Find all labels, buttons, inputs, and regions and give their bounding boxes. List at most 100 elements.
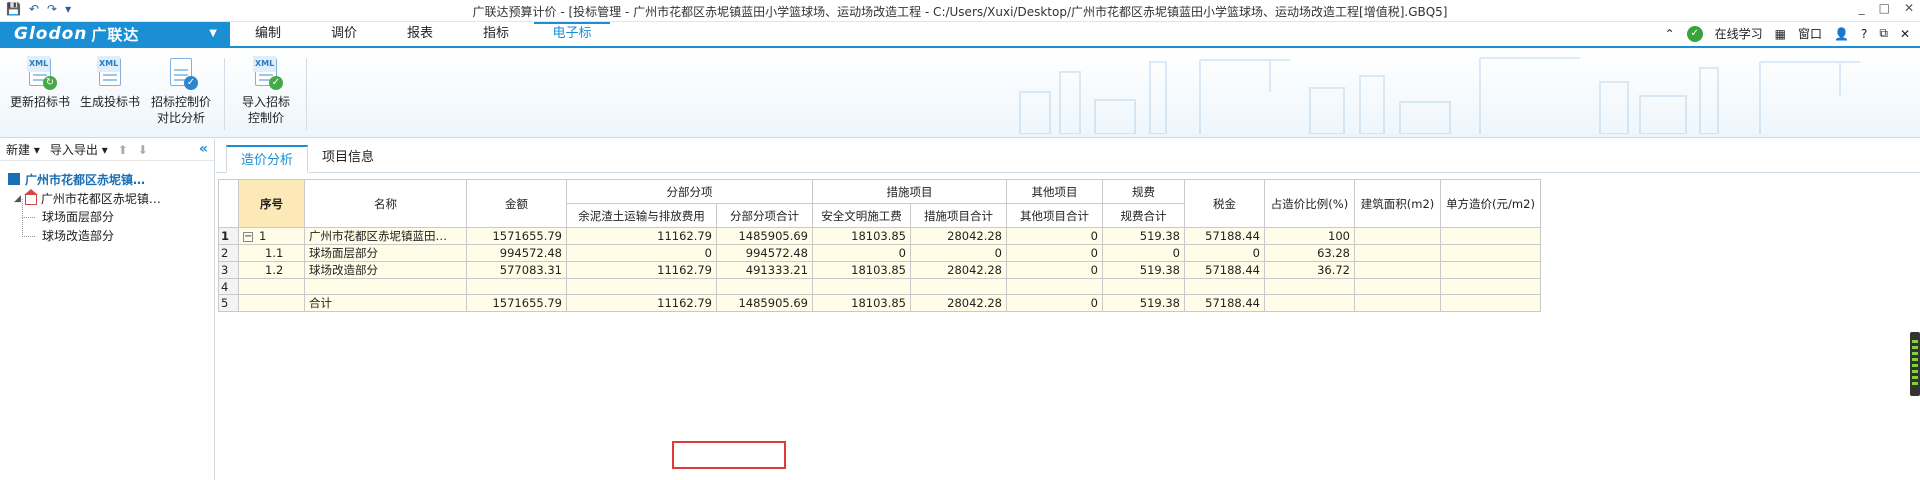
cell-amount[interactable]: 577083.31 bbox=[466, 261, 567, 279]
header-name[interactable]: 名称 bbox=[304, 179, 467, 228]
table-row[interactable]: 4 bbox=[218, 278, 1541, 295]
cell-seq[interactable]: 1.2 bbox=[238, 261, 305, 279]
menu-baobiao[interactable]: 报表 bbox=[382, 22, 458, 46]
user-icon[interactable]: 👤 bbox=[1834, 27, 1849, 41]
cell-seq[interactable] bbox=[238, 294, 305, 312]
tab-cost-analysis[interactable]: 造价分析 bbox=[226, 145, 309, 173]
cell-ratio[interactable]: 63.28 bbox=[1264, 244, 1355, 262]
cell-tax[interactable] bbox=[1184, 278, 1265, 295]
header-other-col1[interactable]: 其他项目合计 bbox=[1006, 203, 1103, 228]
header-fenbu-col2[interactable]: 分部分项合计 bbox=[716, 203, 813, 228]
import-control-price-button[interactable]: XML ✓ 导入招标 控制价 bbox=[234, 56, 298, 126]
header-amount[interactable]: 金额 bbox=[466, 179, 567, 228]
cell-fenbu-col2[interactable]: 994572.48 bbox=[716, 244, 813, 262]
cell-name[interactable]: 球场改造部分 bbox=[304, 261, 467, 279]
help-icon[interactable]: ? bbox=[1861, 27, 1867, 41]
cell-cuoshi-col2[interactable]: 28042.28 bbox=[910, 294, 1007, 312]
generate-bid-doc-button[interactable]: XML 生成投标书 bbox=[78, 56, 142, 110]
cell-fenbu-col1[interactable]: 0 bbox=[566, 244, 717, 262]
cell-tax[interactable]: 57188.44 bbox=[1184, 294, 1265, 312]
header-area[interactable]: 建筑面积(m2) bbox=[1354, 179, 1441, 228]
cell-fenbu-col2[interactable] bbox=[716, 278, 813, 295]
header-cuoshi-col2[interactable]: 措施项目合计 bbox=[910, 203, 1007, 228]
chevron-up-icon[interactable]: ⌃ bbox=[1665, 27, 1675, 41]
cell-cuoshi-col2[interactable]: 0 bbox=[910, 244, 1007, 262]
cell-fenbu-col1[interactable]: 11162.79 bbox=[566, 227, 717, 245]
cell-amount[interactable]: 994572.48 bbox=[466, 244, 567, 262]
cell-guifei-col1[interactable] bbox=[1102, 278, 1185, 295]
cell-ratio[interactable] bbox=[1264, 294, 1355, 312]
cell-other-col1[interactable]: 0 bbox=[1006, 261, 1103, 279]
cell-fenbu-col1[interactable]: 11162.79 bbox=[566, 294, 717, 312]
cell-amount[interactable]: 1571655.79 bbox=[466, 227, 567, 245]
table-row[interactable]: 3 1.2 球场改造部分 577083.31 11162.79 491333.2… bbox=[218, 261, 1541, 279]
header-cuoshi-col1[interactable]: 安全文明施工费 bbox=[812, 203, 911, 228]
import-export-button[interactable]: 导入导出 ▾ bbox=[50, 141, 108, 158]
maximize-button[interactable]: □ bbox=[1879, 1, 1890, 15]
header-fenbu-col1[interactable]: 余泥渣土运输与排放费用 bbox=[566, 203, 717, 228]
cell-tax[interactable]: 0 bbox=[1184, 244, 1265, 262]
cell-area[interactable] bbox=[1354, 227, 1441, 245]
online-learning-button[interactable]: 在线学习 bbox=[1715, 25, 1763, 42]
cell-area[interactable] bbox=[1354, 278, 1441, 295]
cell-fenbu-col2[interactable]: 491333.21 bbox=[716, 261, 813, 279]
collapse-panel-icon[interactable]: « bbox=[199, 141, 208, 157]
collapse-triangle-icon[interactable]: ◢ bbox=[14, 194, 21, 204]
cell-other-col1[interactable]: 0 bbox=[1006, 294, 1103, 312]
cell-guifei-col1[interactable]: 519.38 bbox=[1102, 294, 1185, 312]
menu-tiaojia[interactable]: 调价 bbox=[306, 22, 382, 46]
cell-fenbu-col2[interactable]: 1485905.69 bbox=[716, 294, 813, 312]
header-ratio[interactable]: 占造价比例(%) bbox=[1264, 179, 1355, 228]
move-down-icon[interactable]: ⬇ bbox=[138, 143, 148, 157]
cell-ratio[interactable] bbox=[1264, 278, 1355, 295]
cell-other-col1[interactable]: 0 bbox=[1006, 227, 1103, 245]
table-row[interactable]: 1 −1 广州市花都区赤坭镇蓝田… 1571655.79 11162.79 14… bbox=[218, 227, 1541, 245]
restore-icon[interactable]: ⧉ bbox=[1879, 26, 1888, 41]
app-logo-button[interactable]: Glodon 广联达 ▼ bbox=[0, 22, 230, 46]
cell-unit-cost[interactable] bbox=[1440, 244, 1541, 262]
cell-cuoshi-col2[interactable] bbox=[910, 278, 1007, 295]
cell-unit-cost[interactable] bbox=[1440, 261, 1541, 279]
tab-project-info[interactable]: 项目信息 bbox=[308, 144, 388, 172]
header-seq[interactable]: 序号 bbox=[238, 179, 305, 228]
cell-cuoshi-col2[interactable]: 28042.28 bbox=[910, 261, 1007, 279]
cell-cuoshi-col1[interactable]: 18103.85 bbox=[812, 227, 911, 245]
menu-dianzibiao[interactable]: 电子标 bbox=[534, 22, 610, 46]
table-row[interactable]: 2 1.1 球场面层部分 994572.48 0 994572.48 0 0 0… bbox=[218, 244, 1541, 262]
cell-amount[interactable]: 1571655.79 bbox=[466, 294, 567, 312]
cell-unit-cost[interactable] bbox=[1440, 227, 1541, 245]
update-tender-doc-button[interactable]: XML ↻ 更新招标书 bbox=[8, 56, 72, 110]
minimize-button[interactable]: _ bbox=[1859, 1, 1865, 15]
move-up-icon[interactable]: ⬆ bbox=[118, 143, 128, 157]
close-button[interactable]: ✕ bbox=[1904, 1, 1914, 15]
cell-ratio[interactable]: 36.72 bbox=[1264, 261, 1355, 279]
cell-cuoshi-col1[interactable]: 18103.85 bbox=[812, 261, 911, 279]
cell-name[interactable]: 合计 bbox=[304, 294, 467, 312]
cell-fenbu-col1[interactable] bbox=[566, 278, 717, 295]
cell-unit-cost[interactable] bbox=[1440, 294, 1541, 312]
cell-other-col1[interactable]: 0 bbox=[1006, 244, 1103, 262]
cell-area[interactable] bbox=[1354, 244, 1441, 262]
cell-fenbu-col2[interactable]: 1485905.69 bbox=[716, 227, 813, 245]
cell-seq[interactable] bbox=[238, 278, 305, 295]
header-guifei-col1[interactable]: 规费合计 bbox=[1102, 203, 1185, 228]
cell-unit-cost[interactable] bbox=[1440, 278, 1541, 295]
collapse-minus-icon[interactable]: − bbox=[243, 231, 253, 242]
cell-name[interactable]: 广州市花都区赤坭镇蓝田… bbox=[304, 227, 467, 245]
cell-name[interactable]: 球场面层部分 bbox=[304, 244, 467, 262]
header-unit-cost[interactable]: 单方造价(元/m2) bbox=[1440, 179, 1541, 228]
cell-guifei-col1[interactable]: 519.38 bbox=[1102, 227, 1185, 245]
cell-guifei-col1[interactable]: 519.38 bbox=[1102, 261, 1185, 279]
cell-cuoshi-col2[interactable]: 28042.28 bbox=[910, 227, 1007, 245]
cell-amount[interactable] bbox=[466, 278, 567, 295]
cell-cuoshi-col1[interactable] bbox=[812, 278, 911, 295]
cell-seq[interactable]: −1 bbox=[238, 227, 305, 245]
menu-bianzhi[interactable]: 编制 bbox=[230, 22, 306, 46]
cell-area[interactable] bbox=[1354, 261, 1441, 279]
cell-tax[interactable]: 57188.44 bbox=[1184, 261, 1265, 279]
table-row-total[interactable]: 5 合计 1571655.79 11162.79 1485905.69 1810… bbox=[218, 294, 1541, 312]
close-icon[interactable]: ✕ bbox=[1900, 27, 1910, 41]
new-button[interactable]: 新建 ▾ bbox=[6, 141, 40, 158]
window-menu-button[interactable]: 窗口 bbox=[1798, 25, 1822, 42]
control-price-compare-button[interactable]: ✓ 招标控制价 对比分析 bbox=[148, 56, 214, 126]
